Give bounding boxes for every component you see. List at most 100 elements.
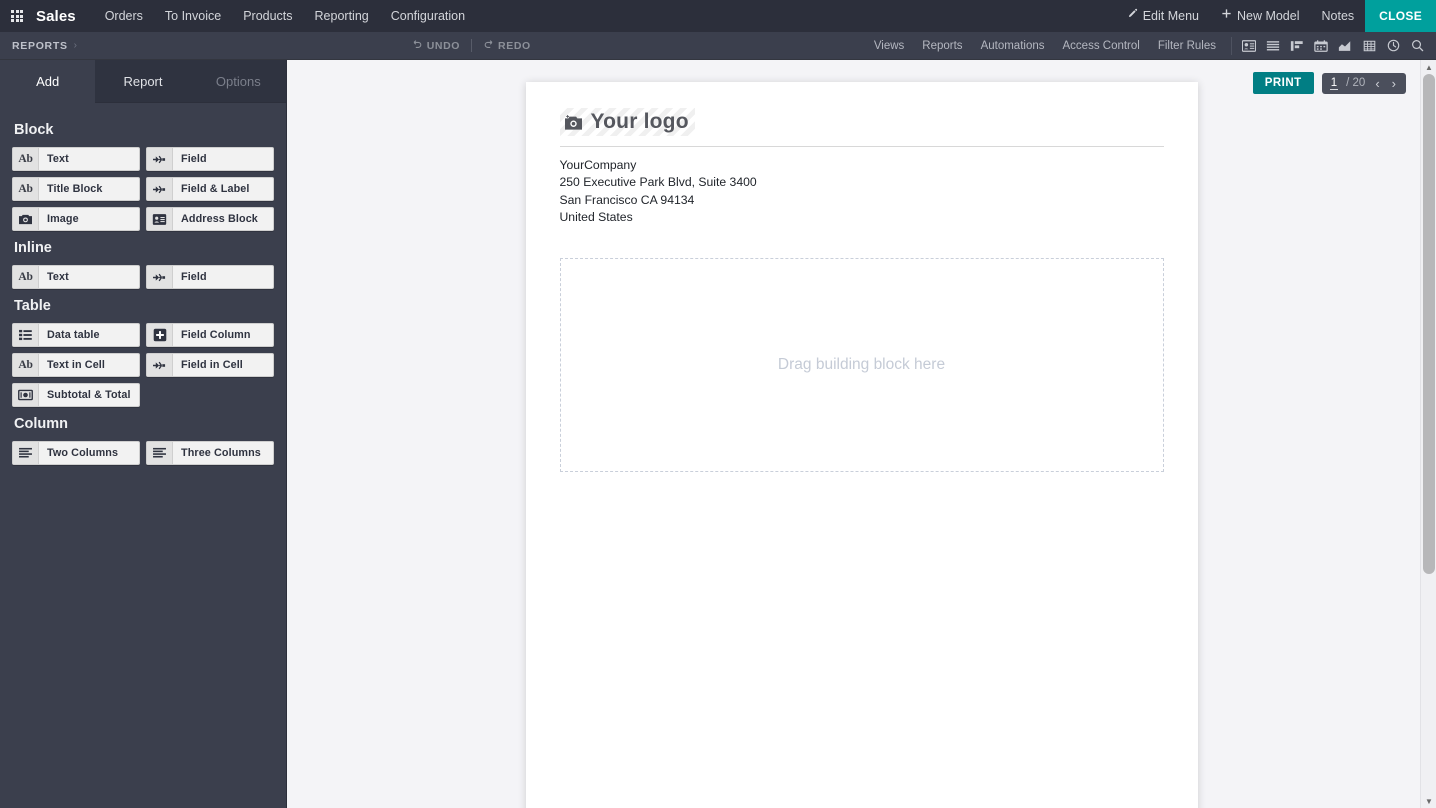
section-column-items: Two Columns Three Columns bbox=[12, 441, 274, 465]
redo-button[interactable]: REDO bbox=[483, 39, 531, 53]
block-item-label: Field Column bbox=[181, 329, 251, 341]
list-view-icon[interactable] bbox=[1262, 36, 1284, 56]
studio-sidebar: Add Report Options Block Ab Text Field A… bbox=[0, 60, 287, 808]
next-page-icon[interactable]: › bbox=[1390, 77, 1398, 90]
app-brand-sales[interactable]: Sales bbox=[34, 8, 94, 25]
section-block-items: Ab Text Field Ab Title Block Field & Lab… bbox=[12, 147, 274, 231]
block-item-field[interactable]: Field bbox=[146, 147, 274, 171]
undo-button[interactable]: UNDO bbox=[412, 39, 460, 53]
body-wrapper: Add Report Options Block Ab Text Field A… bbox=[0, 60, 1436, 808]
block-item-label: Image bbox=[47, 213, 79, 225]
prev-page-icon[interactable]: ‹ bbox=[1373, 77, 1381, 90]
pivot-view-icon[interactable] bbox=[1358, 36, 1380, 56]
nav-item-reporting[interactable]: Reporting bbox=[304, 0, 380, 32]
ab-text-icon: Ab bbox=[13, 148, 39, 170]
ab-text-icon: Ab bbox=[13, 354, 39, 376]
top-navbar: Sales Orders To Invoice Products Reporti… bbox=[0, 0, 1436, 32]
company-address[interactable]: YourCompany 250 Executive Park Blvd, Sui… bbox=[560, 157, 1164, 226]
table-item-data-table[interactable]: Data table bbox=[12, 323, 140, 347]
column-item-two-columns[interactable]: Two Columns bbox=[12, 441, 140, 465]
nav-item-configuration[interactable]: Configuration bbox=[380, 0, 476, 32]
column-item-three-columns[interactable]: Three Columns bbox=[146, 441, 274, 465]
data-table-icon bbox=[13, 324, 39, 346]
new-model-button[interactable]: New Model bbox=[1210, 0, 1311, 32]
section-title-table: Table bbox=[14, 298, 51, 314]
gantt-view-icon[interactable] bbox=[1286, 36, 1308, 56]
vertical-scrollbar[interactable]: ▲ ▼ bbox=[1420, 60, 1436, 808]
table-item-text-in-cell[interactable]: Ab Text in Cell bbox=[12, 353, 140, 377]
report-page-content: Your logo YourCompany 250 Executive Park… bbox=[526, 82, 1198, 506]
address-line: 250 Executive Park Blvd, Suite 3400 bbox=[559, 175, 757, 190]
block-item-label: Three Columns bbox=[181, 447, 261, 459]
block-item-address-block[interactable]: Address Block bbox=[146, 207, 274, 231]
notes-button[interactable]: Notes bbox=[1311, 0, 1366, 32]
address-card-icon bbox=[147, 208, 173, 230]
activity-view-icon[interactable] bbox=[1382, 36, 1404, 56]
redo-label: REDO bbox=[498, 39, 531, 52]
camera-plus-icon bbox=[564, 114, 583, 131]
tab-options[interactable]: Options bbox=[190, 60, 286, 103]
cp-link-automations[interactable]: Automations bbox=[972, 40, 1054, 52]
page-pager: 1 / 20 ‹ › bbox=[1321, 72, 1406, 94]
divider bbox=[1231, 36, 1232, 55]
kanban-view-icon[interactable] bbox=[1238, 36, 1260, 56]
field-fork-icon bbox=[147, 148, 173, 170]
sidebar-content: Block Ab Text Field Ab Title Block Field… bbox=[0, 103, 286, 467]
breadcrumb-label: REPORTS bbox=[12, 39, 68, 52]
apps-grid-icon[interactable] bbox=[0, 0, 34, 32]
two-columns-icon bbox=[13, 442, 39, 464]
field-fork-icon bbox=[147, 178, 173, 200]
scroll-up-icon[interactable]: ▲ bbox=[1421, 60, 1436, 74]
drop-zone-label: Drag building block here bbox=[777, 356, 946, 374]
tab-report[interactable]: Report bbox=[95, 60, 191, 103]
scroll-down-icon[interactable]: ▼ bbox=[1421, 794, 1436, 808]
table-item-subtotal-total[interactable]: Subtotal & Total bbox=[12, 383, 140, 407]
scrollbar-thumb[interactable] bbox=[1423, 74, 1435, 574]
tab-add[interactable]: Add bbox=[0, 60, 96, 103]
table-item-field-in-cell[interactable]: Field in Cell bbox=[146, 353, 274, 377]
logo-placeholder[interactable]: Your logo bbox=[559, 108, 695, 136]
search-icon[interactable] bbox=[1406, 36, 1428, 56]
field-fork-icon bbox=[147, 354, 173, 376]
block-item-image[interactable]: Image bbox=[12, 207, 140, 231]
calendar-view-icon[interactable] bbox=[1310, 36, 1332, 56]
preview-scroll-container[interactable]: Your logo YourCompany 250 Executive Park… bbox=[287, 60, 1436, 808]
inline-item-field[interactable]: Field bbox=[146, 265, 274, 289]
page-current-input[interactable]: 1 bbox=[1329, 77, 1339, 90]
nav-item-orders[interactable]: Orders bbox=[94, 0, 154, 32]
cp-link-reports[interactable]: Reports bbox=[913, 40, 971, 52]
view-switcher bbox=[1238, 36, 1436, 56]
section-title-inline: Inline bbox=[14, 240, 52, 256]
drop-zone[interactable]: Drag building block here bbox=[559, 258, 1164, 473]
cp-link-views[interactable]: Views bbox=[865, 40, 913, 52]
sidebar-tabs: Add Report Options bbox=[0, 60, 286, 103]
block-item-title-block[interactable]: Ab Title Block bbox=[12, 177, 140, 201]
block-item-field-and-label[interactable]: Field & Label bbox=[146, 177, 274, 201]
section-title-block: Block bbox=[14, 122, 54, 138]
block-item-text[interactable]: Ab Text bbox=[12, 147, 140, 171]
preview-actions: PRINT 1 / 20 ‹ › bbox=[1252, 72, 1406, 94]
section-inline-items: Ab Text Field bbox=[12, 265, 274, 289]
divider bbox=[471, 39, 473, 52]
nav-item-to-invoice[interactable]: To Invoice bbox=[154, 0, 232, 32]
block-item-label: Text bbox=[47, 153, 69, 165]
report-preview-area: PRINT 1 / 20 ‹ › Your logo YourCompany 2… bbox=[287, 60, 1436, 808]
undo-icon bbox=[412, 39, 423, 53]
close-button[interactable]: CLOSE bbox=[1365, 0, 1436, 32]
inline-item-text[interactable]: Ab Text bbox=[12, 265, 140, 289]
cp-link-filter-rules[interactable]: Filter Rules bbox=[1149, 40, 1225, 52]
address-line: YourCompany bbox=[559, 158, 637, 172]
breadcrumb[interactable]: REPORTS › bbox=[0, 40, 78, 52]
edit-menu-button[interactable]: Edit Menu bbox=[1116, 0, 1210, 32]
print-button[interactable]: PRINT bbox=[1252, 72, 1314, 94]
table-item-field-column[interactable]: Field Column bbox=[146, 323, 274, 347]
ab-text-icon: Ab bbox=[13, 178, 39, 200]
graph-view-icon[interactable] bbox=[1334, 36, 1356, 56]
nav-item-products[interactable]: Products bbox=[232, 0, 303, 32]
section-title-column: Column bbox=[14, 416, 68, 432]
report-page: Your logo YourCompany 250 Executive Park… bbox=[525, 82, 1198, 808]
camera-icon bbox=[13, 208, 39, 230]
redo-icon bbox=[483, 39, 494, 53]
plus-square-icon bbox=[147, 324, 173, 346]
cp-link-access-control[interactable]: Access Control bbox=[1054, 40, 1149, 52]
